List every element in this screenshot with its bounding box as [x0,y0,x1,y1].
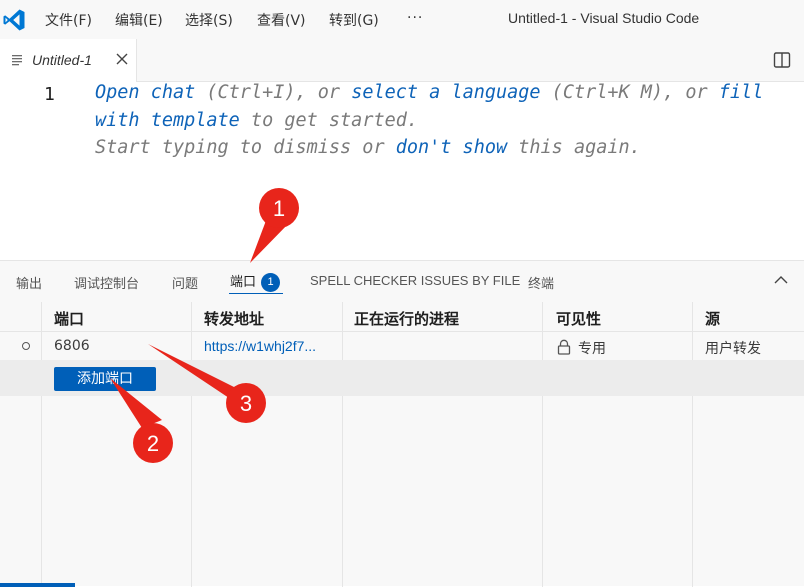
hint-text: to get started. [239,110,419,131]
tab-label: Untitled-1 [32,52,92,68]
visibility-value[interactable]: 专用 [578,338,606,358]
editor-hint-line-1: Open chat (Ctrl+I), or select a language… [95,82,763,103]
editor-tab-bar: Untitled-1 [0,39,804,82]
vscode-logo-icon[interactable] [2,8,26,32]
hint-text: this again. [507,137,641,158]
tab-output[interactable]: 输出 [16,273,42,292]
header-forwarded-address[interactable]: 转发地址 [204,308,264,329]
status-bar-accent [0,583,75,587]
editor-area[interactable]: 1 Open chat (Ctrl+I), or select a langua… [0,82,804,260]
menu-selection[interactable]: 选择(S) [185,10,233,30]
tab-spell-checker[interactable]: SPELL CHECKER ISSUES BY FILE [310,273,520,288]
menu-file[interactable]: 文件(F) [45,10,92,30]
menu-edit[interactable]: 编辑(E) [115,10,163,30]
editor-hint-line-2: with template to get started. [95,110,418,131]
bottom-panel: 输出 调试控制台 问题 端口 1 SPELL CHECKER ISSUES BY … [0,260,804,587]
text-file-icon [12,55,22,66]
editor-hint-line-3: Start typing to dismiss or don't show th… [95,137,641,158]
ports-count-badge: 1 [261,273,281,292]
dont-show-link[interactable]: don't show [396,137,507,158]
tab-ports[interactable]: 端口 1 [230,271,281,292]
header-origin[interactable]: 源 [705,308,720,329]
header-visibility[interactable]: 可见性 [556,308,601,329]
chevron-up-icon[interactable] [773,275,789,285]
menu-view[interactable]: 查看(V) [257,10,306,30]
hint-text: (Ctrl+K M), or [540,82,719,103]
origin-value: 用户转发 [705,341,761,357]
table-row[interactable] [0,332,804,360]
hint-text: (Ctrl+I), or [195,82,352,103]
menu-more[interactable]: ··· [407,10,423,26]
menu-go[interactable]: 转到(G) [329,10,379,30]
header-port[interactable]: 端口 [54,308,84,329]
title-bar: 文件(F) 编辑(E) 选择(S) 查看(V) 转到(G) ··· Untitl… [0,0,804,39]
forwarded-address-link[interactable]: https://w1whj2f7... [204,338,316,354]
window-title: Untitled-1 - Visual Studio Code [508,10,700,26]
open-chat-link[interactable]: Open chat [95,82,195,103]
close-icon[interactable] [115,52,129,66]
add-port-button[interactable]: 添加端口 [54,367,156,391]
fill-template-link[interactable]: fill [719,82,764,103]
tab-terminal[interactable]: 终端 [528,273,554,292]
tab-problems[interactable]: 问题 [172,273,198,292]
line-number: 1 [44,84,55,105]
lock-icon [557,339,571,355]
select-language-link[interactable]: select a language [351,82,540,103]
port-status-icon [22,342,30,350]
tab-untitled-1[interactable]: Untitled-1 [0,39,137,82]
tab-ports-label: 端口 [230,275,257,290]
fill-template-link-cont[interactable]: with template [95,110,240,131]
active-tab-indicator [229,293,283,294]
tab-debug-console[interactable]: 调试控制台 [74,273,139,292]
hint-text: Start typing to dismiss or [95,137,396,158]
split-editor-icon[interactable] [773,51,791,69]
port-number[interactable]: 6806 [54,338,90,354]
header-running-process[interactable]: 正在运行的进程 [354,308,459,329]
